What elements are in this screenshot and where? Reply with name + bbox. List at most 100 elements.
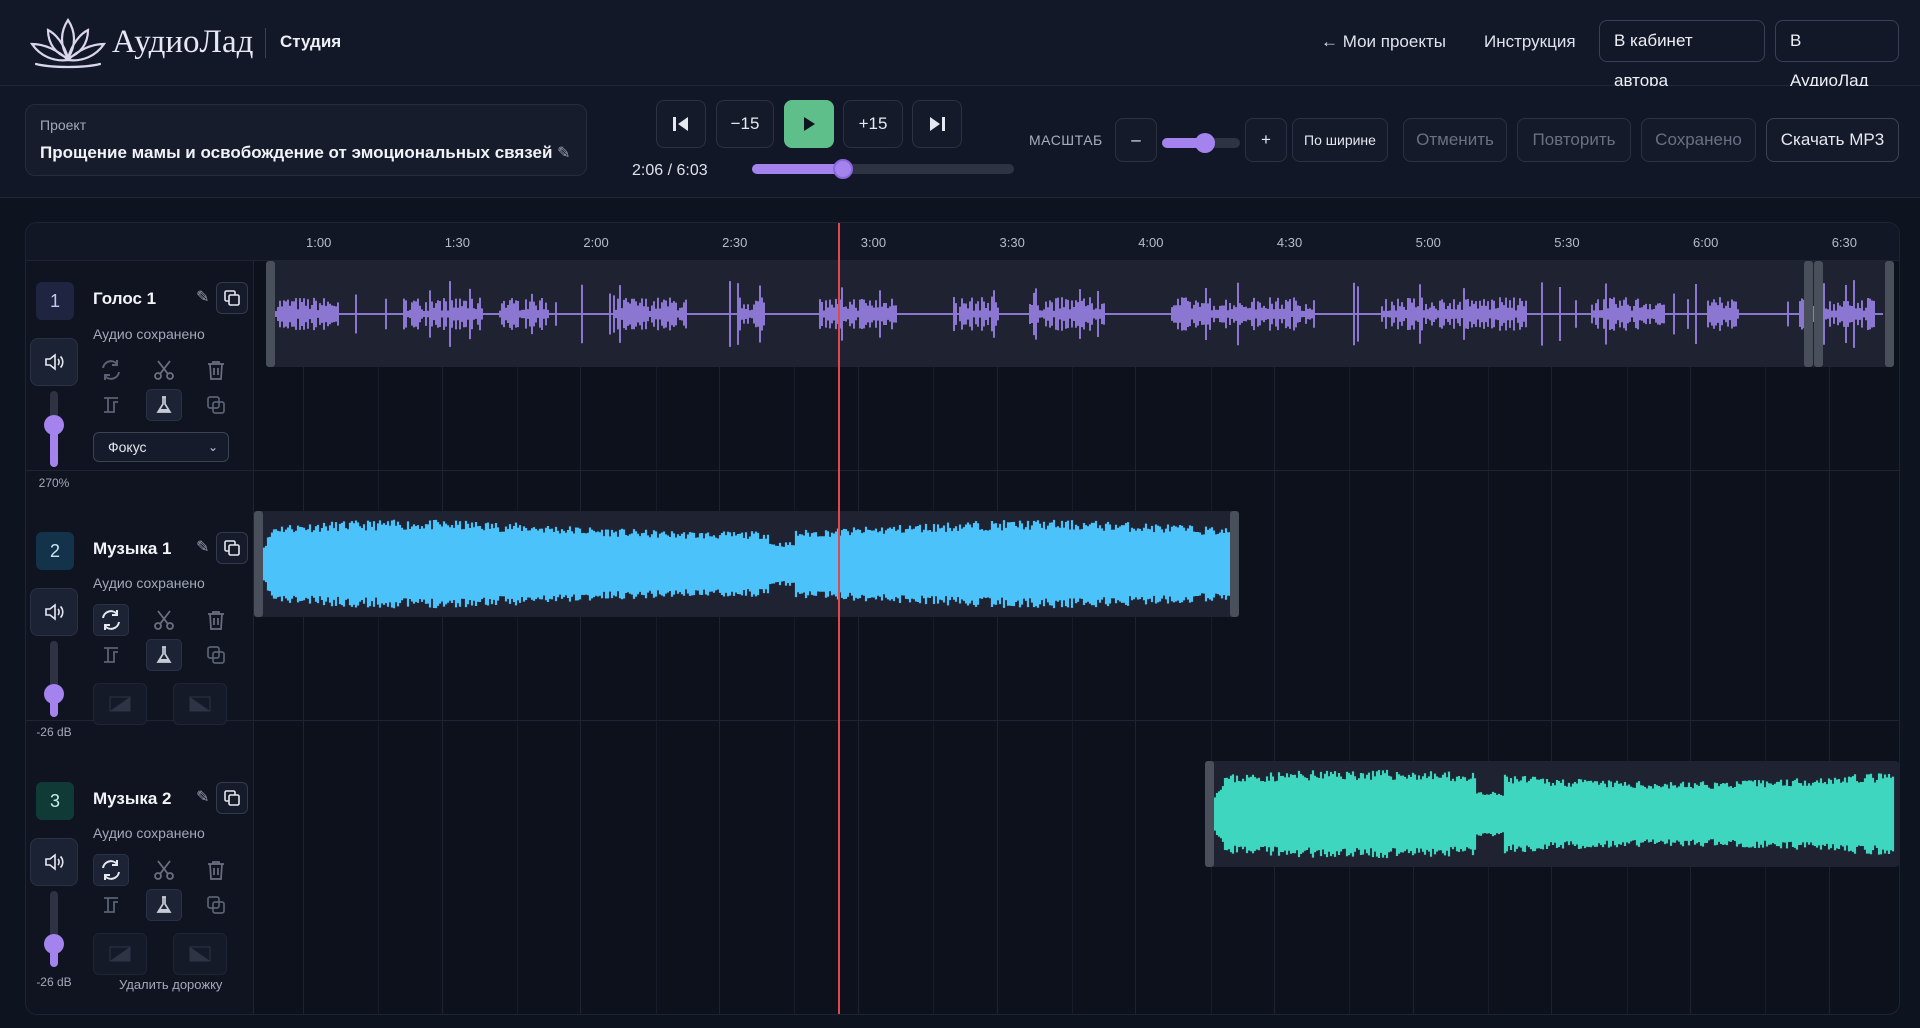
voice-waveform: [275, 280, 1883, 348]
flask-icon: [156, 396, 172, 413]
saved-button[interactable]: Сохранено: [1641, 118, 1756, 162]
duplicate-clip-button[interactable]: [198, 639, 234, 671]
mute-button[interactable]: [30, 338, 78, 386]
project-label: Проект: [40, 117, 87, 133]
progress-fill: [752, 164, 844, 174]
download-mp3-button[interactable]: Скачать MP3: [1766, 118, 1899, 162]
zoom-out-button[interactable]: –: [1115, 118, 1157, 162]
clip-handle-right[interactable]: [1230, 511, 1239, 617]
cut-button[interactable]: [146, 854, 182, 886]
ruler-tick-label: 6:30: [1831, 235, 1857, 250]
track-name[interactable]: Музыка 2: [93, 789, 172, 809]
project-title[interactable]: Прощение мамы и освобождение от эмоциона…: [40, 143, 552, 163]
rename-track-pencil-icon[interactable]: ✎: [196, 287, 209, 307]
duplicate-clip-button[interactable]: [198, 389, 234, 421]
voice-clip-1[interactable]: [266, 261, 1894, 367]
mode-select[interactable]: Фокус ⌄: [93, 432, 229, 462]
duplicate-track-button[interactable]: [216, 532, 248, 564]
fade-in-icon: [109, 946, 131, 962]
volume-label: -26 dB: [36, 725, 72, 739]
trim-icon: [104, 897, 118, 913]
undo-button[interactable]: Отменить: [1403, 118, 1507, 162]
delete-clip-button[interactable]: [198, 604, 234, 636]
volume-slider[interactable]: [44, 891, 64, 967]
normalize-button[interactable]: [146, 389, 182, 421]
trim-button[interactable]: [93, 389, 129, 421]
ruler-tick-label: 3:30: [999, 235, 1025, 250]
clip-handle-right[interactable]: [1804, 261, 1813, 367]
copy-icon: [224, 790, 240, 806]
skip-end-icon: [930, 117, 945, 131]
fade-in-button[interactable]: [93, 933, 147, 975]
volume-slider[interactable]: [44, 641, 64, 717]
volume-slider[interactable]: [44, 391, 64, 467]
track-name[interactable]: Музыка 1: [93, 539, 172, 559]
duplicate-track-button[interactable]: [216, 282, 248, 314]
ruler-tick-label: 2:00: [583, 235, 609, 250]
help-link[interactable]: Инструкция: [1484, 32, 1576, 52]
normalize-button[interactable]: [146, 639, 182, 671]
delete-track-link[interactable]: Удалить дорожку: [119, 977, 222, 992]
cut-button[interactable]: [146, 354, 182, 386]
clip-handle-left[interactable]: [254, 511, 263, 617]
zoom-slider[interactable]: [1162, 133, 1240, 153]
flask-icon: [156, 896, 172, 913]
clip-handle-left[interactable]: [266, 261, 275, 367]
zoom-in-button[interactable]: +: [1245, 118, 1287, 162]
speaker-icon: [45, 603, 64, 621]
ruler-tick-label: 3:00: [860, 235, 887, 250]
section-title: Студия: [280, 32, 342, 51]
rename-track-pencil-icon[interactable]: ✎: [196, 537, 209, 557]
fit-width-button[interactable]: По ширине: [1292, 118, 1388, 162]
duplicate-clip-button[interactable]: [198, 889, 234, 921]
cut-button[interactable]: [146, 604, 182, 636]
loop-button[interactable]: [93, 604, 129, 636]
fade-in-button[interactable]: [93, 683, 147, 725]
rewind-15-button[interactable]: −15: [716, 100, 774, 148]
edit-title-pencil-icon[interactable]: ✎: [557, 143, 570, 163]
delete-clip-button[interactable]: [198, 854, 234, 886]
music-clip-2[interactable]: [1205, 761, 1899, 867]
audiolad-button[interactable]: В АудиоЛад: [1775, 20, 1899, 90]
skip-to-start-button[interactable]: [656, 100, 706, 148]
timeline-panel: 1:00 1:30 2:00 2:30 3:00 3:30 4:00 4:30 5:00 5:30…: [25, 222, 1900, 1015]
duplicate-track-button[interactable]: [216, 782, 248, 814]
normalize-button[interactable]: [146, 889, 182, 921]
trim-button[interactable]: [93, 889, 129, 921]
redo-button[interactable]: Повторить: [1517, 118, 1631, 162]
forward-15-button[interactable]: +15: [843, 100, 903, 148]
timeline-ruler[interactable]: 1:00 1:30 2:00 2:30 3:00 3:30 4:00 4:30 5:00 5:30…: [26, 223, 1899, 261]
skip-start-icon: [673, 117, 688, 131]
my-projects-link[interactable]: ← Мои проекты: [1321, 32, 1446, 52]
clip-handle-left[interactable]: [1814, 261, 1823, 367]
track-number: 1: [36, 282, 74, 320]
fade-out-button[interactable]: [173, 683, 227, 725]
music-clip-1[interactable]: [254, 511, 1239, 617]
progress-slider[interactable]: [752, 159, 1014, 179]
speaker-icon: [45, 353, 64, 371]
clip-handle-right[interactable]: [1885, 261, 1894, 367]
rename-track-pencil-icon[interactable]: ✎: [196, 787, 209, 807]
zoom-knob[interactable]: [1194, 133, 1215, 153]
mute-button[interactable]: [30, 588, 78, 636]
trim-icon: [104, 397, 118, 413]
ruler-tick-label: 1:00: [306, 235, 332, 250]
copy-icon: [207, 396, 225, 414]
loop-button[interactable]: [93, 854, 129, 886]
toolbar: Проект Прощение мамы и освобождение от э…: [0, 86, 1920, 198]
delete-clip-button[interactable]: [198, 354, 234, 386]
author-cabinet-button[interactable]: В кабинет автора: [1599, 20, 1765, 90]
playhead[interactable]: [838, 223, 840, 1014]
track-name[interactable]: Голос 1: [93, 289, 156, 309]
fade-out-button[interactable]: [173, 933, 227, 975]
trim-button[interactable]: [93, 639, 129, 671]
loop-button[interactable]: [93, 354, 129, 386]
ruler-tick-label: 4:30: [1276, 235, 1303, 250]
mute-button[interactable]: [30, 838, 78, 886]
copy-icon: [224, 290, 240, 306]
progress-knob[interactable]: [833, 159, 854, 179]
clip-handle-left[interactable]: [1205, 761, 1214, 867]
play-button[interactable]: [784, 100, 834, 148]
music1-waveform: [258, 519, 1234, 609]
skip-to-end-button[interactable]: [912, 100, 962, 148]
